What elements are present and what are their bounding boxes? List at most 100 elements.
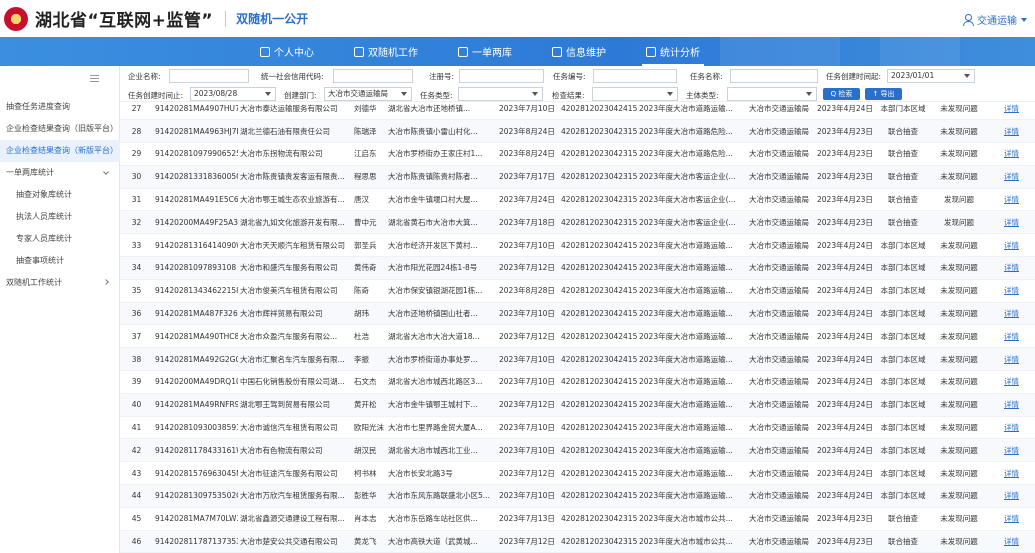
sidebar-item-4[interactable]: 抽查对象库统计 (0, 184, 120, 206)
address-cell: 大冶市罗桥街办王家庄村1... (386, 142, 497, 166)
table-row: 46 914202811787137353C 大冶市楚安公共交通有限公司 黄龙飞 大冶市… (120, 530, 1035, 553)
detail-link[interactable]: 详情 (988, 302, 1035, 326)
user-menu[interactable]: 交通运输 (962, 12, 1027, 27)
sidebar-item-label: 企业检查结果查询（新版平台） (6, 146, 118, 155)
menu-toggle-icon[interactable] (90, 75, 99, 82)
sidebar-item-5[interactable]: 执法人员库统计 (0, 206, 120, 228)
dept-cell: 大冶市交通运输局 (747, 279, 815, 303)
person-icon (260, 46, 270, 57)
detail-link[interactable]: 详情 (988, 142, 1035, 166)
detail-link[interactable]: 详情 (988, 347, 1035, 372)
credit-code-cell: 91420281MA490THC80 (153, 324, 238, 349)
subject-type-select[interactable] (727, 87, 817, 101)
check-result-select[interactable] (592, 87, 678, 101)
nav-item-label: 双随机工作 (368, 48, 418, 59)
export-button[interactable]: ↑ 导出 (865, 88, 902, 100)
address-cell: 大冶市经济开发区下黄村... (386, 233, 497, 258)
check-result-cell: 未发现问题 (930, 416, 988, 440)
nav-item-label: 信息维护 (566, 48, 606, 59)
address-cell: 大冶市金牛镇鄂王城村下... (386, 393, 497, 417)
address-cell: 湖北省大冶市城西北工业... (386, 438, 497, 463)
company-name-cell: 大冶市有色物流有限公司 (238, 438, 352, 463)
create-date-cell: 2023年4月24日 (815, 438, 876, 463)
credit-code-label: 统一社会信用代码: (261, 72, 324, 81)
legal-person-cell: 陈奇 (352, 279, 386, 303)
company-name-cell: 大冶市东拐物流有限公司 (238, 142, 352, 166)
reg-no-input[interactable] (459, 69, 544, 83)
document-icon (552, 46, 562, 57)
nav-item-3[interactable]: 信息维护 (532, 37, 626, 66)
detail-link[interactable]: 详情 (988, 233, 1035, 258)
create-date-cell: 2023年4月24日 (815, 416, 876, 440)
detail-link[interactable]: 详情 (988, 119, 1035, 144)
table-row: 40 91420281MA49RNFR9R 湖北鄂王驾到贸易有限公司 黄开松 大冶市金牛… (120, 393, 1035, 417)
task-no-cell: 420281202304241524 (559, 324, 637, 349)
task-name-cell: 2023年度大冶市道路运输... (637, 279, 747, 303)
check-result-cell: 发现问题 (930, 210, 988, 235)
task-no-cell: 420281202304241524 (559, 347, 637, 372)
dept-cell: 大冶市交通运输局 (747, 507, 815, 531)
check-mode-cell: 联合抽查 (876, 165, 930, 189)
create-start-select[interactable]: 2023/01/01 (887, 69, 975, 83)
company-name-input[interactable] (169, 69, 249, 83)
detail-link[interactable]: 详情 (988, 530, 1035, 553)
detail-link[interactable]: 详情 (988, 279, 1035, 303)
task-type-select[interactable] (458, 87, 543, 101)
sidebar-item-3[interactable]: 一单两库统计 (0, 162, 120, 184)
detail-link[interactable]: 详情 (988, 324, 1035, 349)
company-name-cell: 大冶市众盈汽车服务有限公... (238, 324, 352, 349)
dept-select[interactable]: 大冶市交通运输局 (324, 87, 412, 101)
detail-link[interactable]: 详情 (988, 102, 1035, 121)
company-name-cell: 中国石化销售股份有限公司湖... (238, 370, 352, 394)
sidebar-item-0[interactable]: 抽查任务进度查询 (0, 96, 120, 118)
credit-code-input[interactable] (333, 69, 413, 83)
task-no-input[interactable] (593, 69, 677, 83)
table-row: 34 91420281097893108 大冶市和盛汽车服务有限公司 黄伟奇 大冶市阳光… (120, 256, 1035, 280)
search-button[interactable]: Q 检索 (823, 88, 860, 100)
table-row: 44 91420281309753502G 大冶市万欣汽车租赁服务有限... 彭胜华大… (120, 484, 1035, 508)
detail-link[interactable]: 详情 (988, 507, 1035, 531)
sidebar-item-label: 抽查对象库统计 (16, 190, 72, 199)
nav-item-4[interactable]: 统计分析 (626, 37, 720, 66)
detail-link[interactable]: 详情 (988, 165, 1035, 189)
nav-item-2[interactable]: 一单两库 (438, 37, 532, 66)
check-date-cell: 2023年7月10日 (497, 416, 559, 440)
check-result-cell: 未发现问题 (930, 142, 988, 166)
check-result-cell: 未发现问题 (930, 370, 988, 394)
check-mode-cell: 本部门本区域 (876, 279, 930, 303)
nav-item-0[interactable]: 个人中心 (240, 37, 334, 66)
address-cell: 大冶市罗桥街道办事处罗... (386, 347, 497, 372)
detail-link[interactable]: 详情 (988, 438, 1035, 463)
detail-link[interactable]: 详情 (988, 210, 1035, 235)
task-no-cell: 420281202304231522 (559, 530, 637, 553)
check-result-cell: 未发现问题 (930, 438, 988, 463)
task-name-cell: 2023年度大冶市道路运输... (637, 102, 747, 121)
dept-cell: 大冶市交通运输局 (747, 461, 815, 486)
check-result-cell: 未发现问题 (930, 530, 988, 553)
detail-link[interactable]: 详情 (988, 393, 1035, 417)
check-result-cell: 未发现问题 (930, 165, 988, 189)
detail-link[interactable]: 详情 (988, 370, 1035, 394)
detail-link[interactable]: 详情 (988, 416, 1035, 440)
detail-link[interactable]: 详情 (988, 484, 1035, 508)
detail-link[interactable]: 详情 (988, 256, 1035, 280)
legal-person-cell: 江启东 (352, 142, 386, 166)
sidebar-item-label: 抽查任务进度查询 (6, 102, 70, 111)
check-result-cell: 未发现问题 (930, 484, 988, 508)
nav-decoration (880, 37, 960, 66)
sidebar-item-1[interactable]: 企业检查结果查询（旧版平台） (0, 118, 120, 140)
create-end-select[interactable]: 2023/08/28 (190, 87, 276, 101)
sidebar-item-8[interactable]: 双随机工作统计 (0, 272, 120, 294)
legal-person-cell: 曹中元 (352, 210, 386, 235)
detail-link[interactable]: 详情 (988, 188, 1035, 212)
task-name-input[interactable] (730, 69, 818, 83)
dept-cell: 大冶市交通运输局 (747, 530, 815, 553)
task-no-label: 任务编号: (553, 72, 586, 81)
sidebar-item-7[interactable]: 抽查事项统计 (0, 250, 120, 272)
check-mode-cell: 联合抽查 (876, 530, 930, 553)
sidebar-item-6[interactable]: 专家人员库统计 (0, 228, 120, 250)
nav-item-1[interactable]: 双随机工作 (334, 37, 438, 66)
credit-code-cell: 91420200MA49DRQ10N (153, 370, 238, 394)
detail-link[interactable]: 详情 (988, 461, 1035, 486)
sidebar-item-2[interactable]: 企业检查结果查询（新版平台） (0, 140, 120, 162)
